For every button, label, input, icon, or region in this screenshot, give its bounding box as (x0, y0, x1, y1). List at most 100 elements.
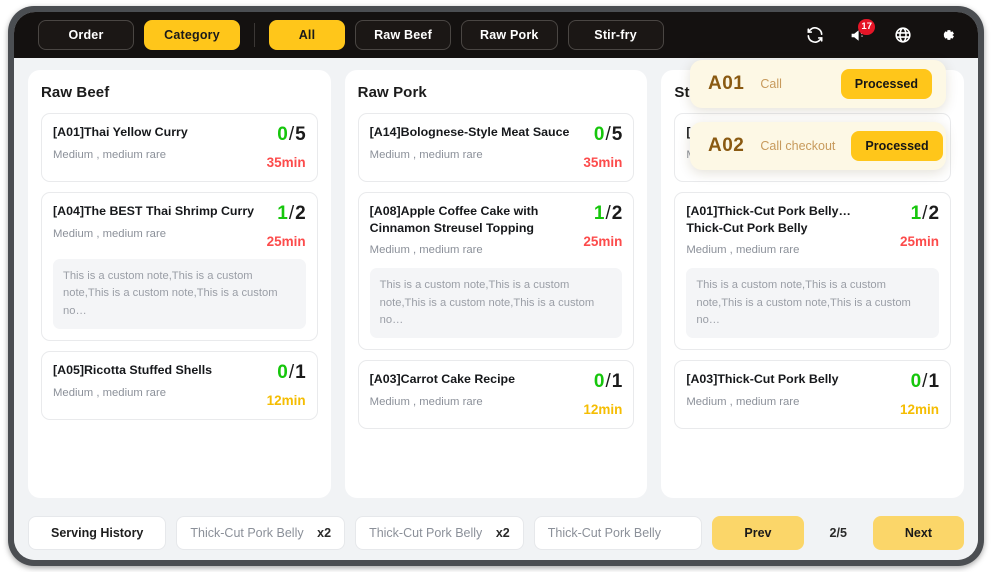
order-item-name: [A01]Thai Yellow Curry (53, 125, 188, 139)
quantity-done: 0 (593, 371, 605, 393)
toast-processed-button[interactable]: Processed (851, 131, 943, 161)
order-item-card[interactable]: [A04]The BEST Thai Shrimp Curry Medium , … (41, 192, 318, 342)
order-item-note: This is a custom note,This is a custom n… (53, 259, 306, 330)
order-item-name: [A03]Carrot Cake Recipe (369, 372, 515, 387)
serving-item-chip[interactable]: Thick-Cut Pork Belly x2 (176, 516, 346, 550)
quantity-total: 2 (611, 203, 623, 224)
quantity-total: 1 (928, 371, 940, 393)
order-item-name: [A04]The BEST Thai Shrimp Curry (53, 204, 255, 218)
quantity-total: 5 (611, 124, 623, 145)
order-item-info: [A05]Ricotta Stuffed Shells Medium , medi… (53, 362, 255, 400)
order-item-card[interactable]: [A08]Apple Coffee Cake with Cinnamon Str… (357, 192, 635, 351)
order-item-header: [A04]The BEST Thai Shrimp Curry Medium , … (53, 203, 306, 249)
page-indicator: 2/5 (829, 526, 847, 540)
toast-message: Call (760, 77, 782, 91)
next-page-button[interactable]: Next (872, 516, 964, 550)
call-notification-toast: A02 Call checkout Processed (690, 122, 946, 170)
serving-history-button[interactable]: Serving History (28, 516, 167, 550)
order-column: Raw Beef [A01]Thai Yellow Curry Medium , m… (28, 70, 331, 498)
language-globe-icon[interactable] (886, 18, 920, 52)
order-item-time: 25min (266, 234, 306, 249)
order-item-list: [A14]Bolognese-Style Meat Sauce Medium , … (357, 113, 635, 430)
quantity-done: 0 (277, 124, 288, 145)
quantity-separator: / (288, 203, 295, 224)
order-item-meta: 0/1 12min (579, 371, 622, 417)
order-item-note: This is a custom note,This is a custom n… (369, 268, 623, 339)
call-notification-toast: A01 Call Processed (690, 60, 946, 108)
quantity-total: 2 (928, 203, 940, 224)
quantity-done: 1 (593, 203, 605, 224)
order-item-name: [A05]Ricotta Stuffed Shells (53, 363, 213, 378)
quantity-separator: / (605, 371, 611, 393)
serving-item-name: Thick-Cut Pork Belly (547, 526, 661, 540)
order-item-options: Medium , medium rare (369, 244, 483, 257)
nav-button-category[interactable]: Category (144, 20, 240, 50)
device-frame: Order Category All Raw Beef Raw Pork Sti… (8, 6, 984, 566)
order-item-header: [A01]Thai Yellow Curry Medium , medium ra… (53, 124, 306, 170)
order-item-info: [A03]Carrot Cake Recipe Medium , medium r… (370, 371, 572, 409)
order-item-meta: 1/2 25min (579, 203, 622, 249)
order-column: Raw Pork [A14]Bolognese-Style Meat Sauce M… (344, 70, 648, 498)
order-item-info: [A04]The BEST Thai Shrimp Curry Medium , … (53, 203, 255, 241)
settings-gear-icon[interactable] (930, 18, 964, 52)
order-item-meta: 0/1 12min (896, 371, 939, 417)
announcement-icon[interactable]: 17 (842, 18, 876, 52)
quantity-separator: / (288, 362, 295, 384)
quantity-done: 1 (910, 203, 922, 224)
order-item-name: [A08]Apple Coffee Cake with Cinnamon Str… (369, 204, 539, 235)
order-item-info: [A01]Thick-Cut Pork Belly… Thick-Cut Por… (686, 203, 888, 258)
toast-table-code: A01 (708, 73, 745, 94)
order-item-card[interactable]: [A14]Bolognese-Style Meat Sauce Medium , … (357, 113, 635, 182)
order-item-header: [A14]Bolognese-Style Meat Sauce Medium , … (370, 124, 623, 170)
serving-item-chip[interactable]: Thick-Cut Pork Belly (533, 516, 703, 550)
serving-item-count: x2 (317, 526, 332, 540)
filter-tab-stir-fry[interactable]: Stir-fry (567, 20, 664, 50)
filter-tab-raw-pork[interactable]: Raw Pork (461, 20, 558, 50)
serving-item-chip[interactable]: Thick-Cut Pork Belly x2 (355, 516, 524, 550)
quantity-done: 0 (277, 362, 288, 384)
filter-tab-all[interactable]: All (269, 20, 345, 50)
order-item-list: [A01]Thai Yellow Curry Medium , medium ra… (41, 113, 318, 421)
prev-page-button[interactable]: Prev (712, 516, 804, 550)
order-item-info: [A14]Bolognese-Style Meat Sauce Medium , … (370, 124, 572, 162)
order-item-card[interactable]: [A01]Thai Yellow Curry Medium , medium ra… (41, 113, 318, 182)
announcement-badge: 17 (858, 19, 875, 35)
order-item-name: [A03]Thick-Cut Pork Belly (686, 372, 839, 387)
column-title: Raw Beef (41, 84, 110, 101)
order-item-meta: 1/2 25min (896, 203, 939, 249)
order-item-header: [A01]Thick-Cut Pork Belly… Thick-Cut Por… (686, 203, 939, 258)
order-item-card[interactable]: [A01]Thick-Cut Pork Belly… Thick-Cut Por… (674, 192, 952, 351)
quantity-separator: / (288, 124, 295, 145)
order-item-quantity: 0/1 (583, 372, 622, 391)
order-item-quantity: 0/1 (900, 372, 939, 391)
toast-message: Call checkout (760, 139, 836, 153)
order-item-time: 12min (266, 393, 306, 409)
quantity-done: 0 (593, 124, 605, 145)
order-item-meta: 0/1 12min (263, 362, 306, 408)
top-navigation-bar: Order Category All Raw Beef Raw Pork Sti… (14, 12, 978, 58)
serving-chip-list: Thick-Cut Pork Belly x2 Thick-Cut Pork Bel… (176, 516, 703, 550)
order-item-info: [A01]Thai Yellow Curry Medium , medium ra… (53, 124, 255, 162)
order-item-options: Medium , medium rare (686, 244, 800, 257)
nav-button-order[interactable]: Order (38, 20, 134, 50)
order-item-info: [A08]Apple Coffee Cake with Cinnamon Str… (370, 203, 572, 258)
filter-tab-raw-beef[interactable]: Raw Beef (355, 20, 451, 50)
order-item-options: Medium , medium rare (686, 395, 800, 408)
column-title: Raw Pork (357, 84, 427, 101)
order-item-time: 35min (583, 155, 623, 170)
quantity-done: 1 (277, 203, 288, 224)
order-item-card[interactable]: [A05]Ricotta Stuffed Shells Medium , medi… (41, 351, 318, 421)
order-item-card[interactable]: [A03]Thick-Cut Pork Belly Medium , medium… (674, 360, 952, 430)
order-item-header: [A03]Thick-Cut Pork Belly Medium , medium… (686, 371, 939, 417)
order-item-options: Medium , medium rare (53, 386, 167, 399)
quantity-separator: / (605, 203, 611, 224)
toast-processed-button[interactable]: Processed (840, 69, 932, 99)
app-screen: Order Category All Raw Beef Raw Pork Sti… (14, 12, 978, 560)
order-item-info: [A03]Thick-Cut Pork Belly Medium , medium… (686, 371, 888, 409)
order-item-header: [A08]Apple Coffee Cake with Cinnamon Str… (370, 203, 623, 258)
order-item-quantity: 1/2 (583, 204, 622, 223)
order-item-card[interactable]: [A03]Carrot Cake Recipe Medium , medium r… (357, 360, 635, 430)
order-item-header: [A03]Carrot Cake Recipe Medium , medium r… (370, 371, 623, 417)
order-item-meta: 0/5 35min (263, 124, 306, 170)
refresh-icon[interactable] (798, 18, 832, 52)
